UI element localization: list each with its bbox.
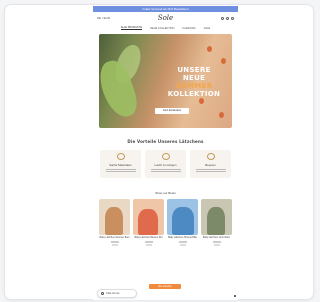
- language-selector[interactable]: DE / EUR: [97, 16, 110, 20]
- brand-logo[interactable]: Sole: [158, 14, 173, 22]
- site-header: DE / EUR Sole: [93, 12, 238, 24]
- hero-strawberry: [221, 58, 226, 64]
- product-card[interactable]: Baby Lätzchen Blumen Rot: [133, 199, 164, 246]
- cart-icon[interactable]: [231, 16, 234, 20]
- nav-item-new-collection[interactable]: NEUE KOLLEKTION: [150, 27, 174, 30]
- hero-title-line: Kollektion: [167, 90, 221, 98]
- chat-icon: [101, 292, 104, 295]
- product-card[interactable]: Baby Lätzchen Sommer Bunt: [99, 199, 130, 246]
- hero-strawberry: [219, 112, 224, 118]
- search-icon[interactable]: [221, 16, 224, 20]
- hero-cta-button[interactable]: Jetzt Entdecken: [155, 108, 189, 114]
- benefit-description: [195, 169, 226, 172]
- product-figure: [138, 209, 158, 235]
- benefits-title: Die Vorteile Unseres Lätzchens: [127, 139, 204, 144]
- nav-item-clothing[interactable]: KLEIDUNG: [182, 27, 195, 30]
- product-figure: [105, 207, 123, 235]
- view-all-button[interactable]: Alle ansehen: [149, 284, 181, 289]
- product-title[interactable]: Baby Lätzchen Grün Natur: [201, 237, 232, 240]
- benefit-card: Sanfte Materialien: [100, 150, 141, 178]
- comfort-icon: [206, 153, 215, 160]
- product-image[interactable]: [167, 199, 198, 235]
- product-grid: Baby Lätzchen Sommer Bunt Baby Lätzchen …: [93, 199, 238, 246]
- product-title[interactable]: Baby Lätzchen Sommer Bunt: [99, 237, 130, 240]
- benefit-card: Bequem: [190, 150, 231, 178]
- hero-title-line: Unsere: [177, 66, 211, 74]
- products-title: Shop our Bests: [155, 191, 176, 195]
- website-preview: Gratis Versand ab 49 € Bestellwert DE / …: [93, 6, 238, 300]
- product-rating: [213, 244, 220, 246]
- account-icon[interactable]: [226, 16, 229, 20]
- product-figure: [172, 207, 194, 235]
- benefit-card: Leicht zu reinigen: [145, 150, 186, 178]
- product-price: [110, 241, 119, 243]
- nav-item-all-products[interactable]: ALLE PRODUKTE: [120, 26, 143, 30]
- hero-strawberry: [199, 98, 204, 104]
- product-card[interactable]: Baby Lätzchen Grün Natur: [201, 199, 232, 246]
- benefit-label: Bequem: [205, 163, 216, 167]
- hero-strawberry: [207, 46, 212, 52]
- chat-widget[interactable]: Chat mit uns: [97, 289, 137, 298]
- main-nav: ALLE PRODUKTE NEUE KOLLEKTION KLEIDUNG S…: [93, 24, 238, 32]
- product-card[interactable]: Baby Lätzchen Himmel Blau: [167, 199, 198, 246]
- hero-title-line: Neue: [182, 74, 206, 82]
- header-icons: [221, 16, 234, 20]
- product-price: [144, 241, 153, 243]
- product-rating: [111, 244, 118, 246]
- scroll-indicator: [234, 295, 236, 297]
- product-price: [178, 241, 187, 243]
- hero-title-line: Sommer: [175, 82, 213, 90]
- benefit-label: Sanfte Materialien: [109, 163, 132, 167]
- product-title[interactable]: Baby Lätzchen Himmel Blau: [167, 237, 198, 240]
- benefit-description: [150, 169, 181, 172]
- product-image[interactable]: [99, 199, 130, 235]
- benefit-label: Leicht zu reinigen: [154, 163, 177, 167]
- chat-label: Chat mit uns: [106, 292, 120, 295]
- product-image[interactable]: [133, 199, 164, 235]
- product-image[interactable]: [201, 199, 232, 235]
- product-figure: [207, 207, 225, 235]
- nav-item-sale[interactable]: SALE: [204, 27, 211, 30]
- hero-banner[interactable]: Unsere Neue Sommer Kollektion Jetzt Entd…: [99, 34, 232, 128]
- product-title[interactable]: Baby Lätzchen Blumen Rot: [133, 237, 164, 240]
- benefits-row: Sanfte Materialien Leicht zu reinigen Be…: [93, 150, 238, 178]
- clean-icon: [161, 153, 170, 160]
- product-rating: [179, 244, 186, 246]
- product-price: [212, 241, 221, 243]
- fabric-icon: [116, 153, 125, 160]
- hero-title: Unsere Neue Sommer Kollektion: [153, 66, 232, 98]
- benefit-description: [105, 169, 136, 172]
- product-rating: [145, 244, 152, 246]
